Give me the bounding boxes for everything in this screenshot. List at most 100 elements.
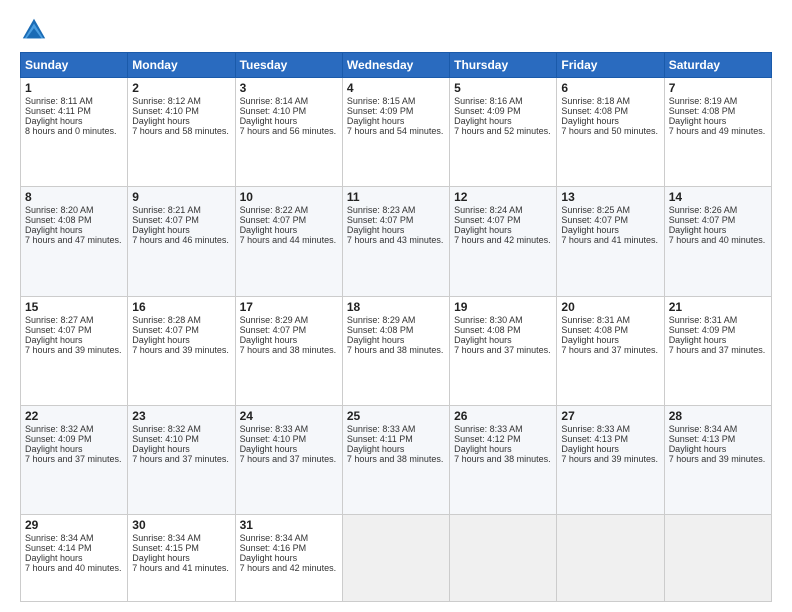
- calendar-header-thursday: Thursday: [450, 53, 557, 78]
- calendar-header-row: SundayMondayTuesdayWednesdayThursdayFrid…: [21, 53, 772, 78]
- calendar-header-monday: Monday: [128, 53, 235, 78]
- day-number: 22: [25, 409, 123, 423]
- calendar-week-row: 29Sunrise: 8:34 AMSunset: 4:14 PMDayligh…: [21, 515, 772, 602]
- cell-info: Sunrise: 8:26 AMSunset: 4:07 PMDaylight …: [669, 205, 766, 245]
- cell-info: Sunrise: 8:18 AMSunset: 4:08 PMDaylight …: [561, 96, 658, 136]
- calendar-cell: 14Sunrise: 8:26 AMSunset: 4:07 PMDayligh…: [664, 187, 771, 296]
- day-number: 6: [561, 81, 659, 95]
- calendar-cell: 23Sunrise: 8:32 AMSunset: 4:10 PMDayligh…: [128, 405, 235, 514]
- day-number: 30: [132, 518, 230, 532]
- day-number: 23: [132, 409, 230, 423]
- calendar-cell: 1Sunrise: 8:11 AMSunset: 4:11 PMDaylight…: [21, 78, 128, 187]
- cell-info: Sunrise: 8:31 AMSunset: 4:09 PMDaylight …: [669, 315, 766, 355]
- cell-info: Sunrise: 8:12 AMSunset: 4:10 PMDaylight …: [132, 96, 229, 136]
- day-number: 12: [454, 190, 552, 204]
- cell-info: Sunrise: 8:15 AMSunset: 4:09 PMDaylight …: [347, 96, 444, 136]
- calendar-cell: 17Sunrise: 8:29 AMSunset: 4:07 PMDayligh…: [235, 296, 342, 405]
- day-number: 5: [454, 81, 552, 95]
- calendar-cell: [664, 515, 771, 602]
- cell-info: Sunrise: 8:28 AMSunset: 4:07 PMDaylight …: [132, 315, 229, 355]
- cell-info: Sunrise: 8:30 AMSunset: 4:08 PMDaylight …: [454, 315, 551, 355]
- cell-info: Sunrise: 8:34 AMSunset: 4:15 PMDaylight …: [132, 533, 229, 573]
- calendar-week-row: 8Sunrise: 8:20 AMSunset: 4:08 PMDaylight…: [21, 187, 772, 296]
- calendar-cell: 21Sunrise: 8:31 AMSunset: 4:09 PMDayligh…: [664, 296, 771, 405]
- cell-info: Sunrise: 8:29 AMSunset: 4:08 PMDaylight …: [347, 315, 444, 355]
- day-number: 25: [347, 409, 445, 423]
- calendar-cell: 30Sunrise: 8:34 AMSunset: 4:15 PMDayligh…: [128, 515, 235, 602]
- cell-info: Sunrise: 8:22 AMSunset: 4:07 PMDaylight …: [240, 205, 337, 245]
- calendar-week-row: 15Sunrise: 8:27 AMSunset: 4:07 PMDayligh…: [21, 296, 772, 405]
- calendar-cell: 5Sunrise: 8:16 AMSunset: 4:09 PMDaylight…: [450, 78, 557, 187]
- calendar-cell: [450, 515, 557, 602]
- cell-info: Sunrise: 8:24 AMSunset: 4:07 PMDaylight …: [454, 205, 551, 245]
- page: SundayMondayTuesdayWednesdayThursdayFrid…: [0, 0, 792, 612]
- day-number: 16: [132, 300, 230, 314]
- calendar-header-tuesday: Tuesday: [235, 53, 342, 78]
- calendar-header-sunday: Sunday: [21, 53, 128, 78]
- calendar-cell: 28Sunrise: 8:34 AMSunset: 4:13 PMDayligh…: [664, 405, 771, 514]
- day-number: 14: [669, 190, 767, 204]
- calendar-cell: 8Sunrise: 8:20 AMSunset: 4:08 PMDaylight…: [21, 187, 128, 296]
- calendar-header-saturday: Saturday: [664, 53, 771, 78]
- calendar-cell: 22Sunrise: 8:32 AMSunset: 4:09 PMDayligh…: [21, 405, 128, 514]
- day-number: 1: [25, 81, 123, 95]
- calendar-cell: 12Sunrise: 8:24 AMSunset: 4:07 PMDayligh…: [450, 187, 557, 296]
- calendar-cell: 20Sunrise: 8:31 AMSunset: 4:08 PMDayligh…: [557, 296, 664, 405]
- cell-info: Sunrise: 8:16 AMSunset: 4:09 PMDaylight …: [454, 96, 551, 136]
- day-number: 21: [669, 300, 767, 314]
- day-number: 2: [132, 81, 230, 95]
- cell-info: Sunrise: 8:19 AMSunset: 4:08 PMDaylight …: [669, 96, 766, 136]
- cell-info: Sunrise: 8:27 AMSunset: 4:07 PMDaylight …: [25, 315, 122, 355]
- cell-info: Sunrise: 8:33 AMSunset: 4:10 PMDaylight …: [240, 424, 337, 464]
- cell-info: Sunrise: 8:29 AMSunset: 4:07 PMDaylight …: [240, 315, 337, 355]
- calendar-cell: 4Sunrise: 8:15 AMSunset: 4:09 PMDaylight…: [342, 78, 449, 187]
- calendar-header-friday: Friday: [557, 53, 664, 78]
- cell-info: Sunrise: 8:14 AMSunset: 4:10 PMDaylight …: [240, 96, 337, 136]
- cell-info: Sunrise: 8:32 AMSunset: 4:09 PMDaylight …: [25, 424, 122, 464]
- calendar-week-row: 1Sunrise: 8:11 AMSunset: 4:11 PMDaylight…: [21, 78, 772, 187]
- calendar-cell: 10Sunrise: 8:22 AMSunset: 4:07 PMDayligh…: [235, 187, 342, 296]
- cell-info: Sunrise: 8:32 AMSunset: 4:10 PMDaylight …: [132, 424, 229, 464]
- day-number: 17: [240, 300, 338, 314]
- day-number: 20: [561, 300, 659, 314]
- calendar-header-wednesday: Wednesday: [342, 53, 449, 78]
- calendar-cell: 27Sunrise: 8:33 AMSunset: 4:13 PMDayligh…: [557, 405, 664, 514]
- calendar-cell: 9Sunrise: 8:21 AMSunset: 4:07 PMDaylight…: [128, 187, 235, 296]
- day-number: 26: [454, 409, 552, 423]
- day-number: 27: [561, 409, 659, 423]
- day-number: 10: [240, 190, 338, 204]
- day-number: 4: [347, 81, 445, 95]
- calendar-cell: 13Sunrise: 8:25 AMSunset: 4:07 PMDayligh…: [557, 187, 664, 296]
- cell-info: Sunrise: 8:33 AMSunset: 4:13 PMDaylight …: [561, 424, 658, 464]
- cell-info: Sunrise: 8:20 AMSunset: 4:08 PMDaylight …: [25, 205, 122, 245]
- day-number: 8: [25, 190, 123, 204]
- cell-info: Sunrise: 8:33 AMSunset: 4:12 PMDaylight …: [454, 424, 551, 464]
- logo-icon: [20, 16, 48, 44]
- calendar-cell: 11Sunrise: 8:23 AMSunset: 4:07 PMDayligh…: [342, 187, 449, 296]
- calendar-cell: 31Sunrise: 8:34 AMSunset: 4:16 PMDayligh…: [235, 515, 342, 602]
- day-number: 28: [669, 409, 767, 423]
- calendar-cell: 16Sunrise: 8:28 AMSunset: 4:07 PMDayligh…: [128, 296, 235, 405]
- calendar-cell: 24Sunrise: 8:33 AMSunset: 4:10 PMDayligh…: [235, 405, 342, 514]
- calendar-cell: [342, 515, 449, 602]
- cell-info: Sunrise: 8:25 AMSunset: 4:07 PMDaylight …: [561, 205, 658, 245]
- day-number: 29: [25, 518, 123, 532]
- day-number: 9: [132, 190, 230, 204]
- cell-info: Sunrise: 8:33 AMSunset: 4:11 PMDaylight …: [347, 424, 444, 464]
- cell-info: Sunrise: 8:11 AMSunset: 4:11 PMDaylight …: [25, 96, 117, 136]
- day-number: 31: [240, 518, 338, 532]
- day-number: 11: [347, 190, 445, 204]
- calendar-cell: 25Sunrise: 8:33 AMSunset: 4:11 PMDayligh…: [342, 405, 449, 514]
- day-number: 7: [669, 81, 767, 95]
- calendar-cell: 19Sunrise: 8:30 AMSunset: 4:08 PMDayligh…: [450, 296, 557, 405]
- calendar-cell: 2Sunrise: 8:12 AMSunset: 4:10 PMDaylight…: [128, 78, 235, 187]
- calendar-cell: 3Sunrise: 8:14 AMSunset: 4:10 PMDaylight…: [235, 78, 342, 187]
- day-number: 18: [347, 300, 445, 314]
- day-number: 19: [454, 300, 552, 314]
- day-number: 24: [240, 409, 338, 423]
- cell-info: Sunrise: 8:34 AMSunset: 4:13 PMDaylight …: [669, 424, 766, 464]
- cell-info: Sunrise: 8:21 AMSunset: 4:07 PMDaylight …: [132, 205, 229, 245]
- calendar-cell: [557, 515, 664, 602]
- day-number: 15: [25, 300, 123, 314]
- cell-info: Sunrise: 8:34 AMSunset: 4:14 PMDaylight …: [25, 533, 122, 573]
